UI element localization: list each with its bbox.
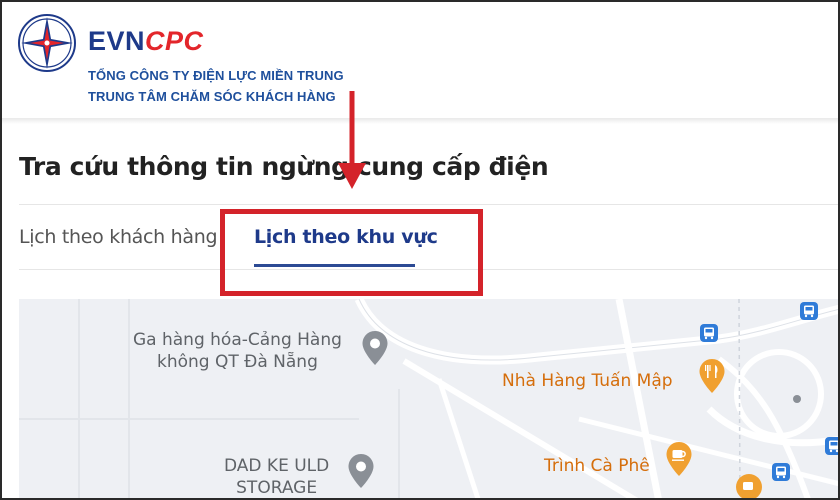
pin-icon[interactable] <box>347 453 375 489</box>
coffee-icon[interactable] <box>735 473 763 500</box>
map-dot-icon <box>793 395 801 403</box>
place-name: Trình Cà Phê <box>544 456 650 476</box>
place-name: Nhà Hàng Tuấn Mập <box>502 371 673 391</box>
brand-name[interactable]: EVNCPC <box>88 26 204 57</box>
place-name-line2: không QT Đà Nẵng <box>157 352 318 372</box>
coffee-icon[interactable] <box>665 441 693 477</box>
bus-stop-icon[interactable] <box>699 323 719 343</box>
pin-icon[interactable] <box>361 330 389 366</box>
company-department: TRUNG TÂM CHĂM SÓC KHÁCH HÀNG <box>88 89 336 104</box>
title-divider <box>19 204 838 205</box>
annotation-highlight-box <box>220 209 483 296</box>
page-title: Tra cứu thông tin ngừng cung cấp điện <box>19 152 549 181</box>
bus-stop-icon[interactable] <box>771 462 791 482</box>
map-place-restaurant[interactable]: Nhà Hàng Tuấn Mập <box>502 370 673 392</box>
map-place-cafe[interactable]: Trình Cà Phê <box>544 455 650 477</box>
site-header: EVNCPC TỔNG CÔNG TY ĐIỆN LỰC MIỀN TRUNG … <box>2 2 838 120</box>
screenshot-frame: EVNCPC TỔNG CÔNG TY ĐIỆN LỰC MIỀN TRUNG … <box>0 0 840 500</box>
place-name-line2: STORAGE <box>236 478 318 498</box>
map-place-uld-storage[interactable]: DAD KE ULD STORAGE <box>224 455 330 498</box>
bus-stop-icon[interactable] <box>799 301 819 321</box>
annotation-arrow-icon <box>338 91 366 189</box>
map-place-cargo-terminal[interactable]: Ga hàng hóa-Cảng Hàng không QT Đà Nẵng <box>133 329 342 373</box>
place-name-line1: Ga hàng hóa-Cảng Hàng <box>133 330 342 350</box>
brand-evn: EVN <box>88 26 146 56</box>
bus-stop-icon[interactable] <box>824 436 840 456</box>
map-view[interactable]: Ga hàng hóa-Cảng Hàng không QT Đà Nẵng D… <box>19 299 840 500</box>
place-name-line1: DAD KE ULD <box>224 456 330 476</box>
restaurant-icon[interactable] <box>698 358 726 394</box>
tab-customer-schedule[interactable]: Lịch theo khách hàng <box>19 226 218 248</box>
evn-logo-icon[interactable] <box>16 12 78 74</box>
company-name: TỔNG CÔNG TY ĐIỆN LỰC MIỀN TRUNG <box>88 68 344 83</box>
brand-cpc: CPC <box>145 26 204 56</box>
header-shadow <box>2 118 838 124</box>
